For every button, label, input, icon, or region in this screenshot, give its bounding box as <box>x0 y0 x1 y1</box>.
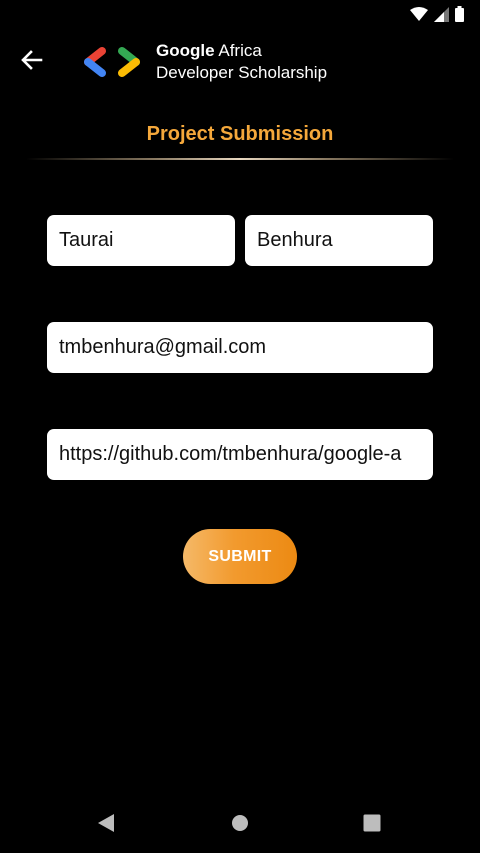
battery-icon <box>455 6 464 27</box>
back-button[interactable] <box>14 44 50 80</box>
nav-recents-button[interactable] <box>354 807 390 843</box>
brand-line-1: Google Africa <box>156 40 327 62</box>
email-field[interactable] <box>47 322 433 373</box>
title-divider <box>26 158 454 160</box>
arrow-left-icon <box>21 49 43 75</box>
brand-line-2: Developer Scholarship <box>156 63 328 82</box>
recents-square-icon <box>363 814 381 837</box>
home-circle-icon <box>231 814 249 837</box>
first-name-field[interactable] <box>47 215 235 266</box>
status-bar <box>0 0 480 28</box>
brand-africa: Africa <box>218 41 262 60</box>
status-icons <box>410 6 464 27</box>
nav-home-button[interactable] <box>222 807 258 843</box>
github-link-field[interactable] <box>47 429 433 480</box>
app-header: Google Africa Developer Scholarship <box>0 36 480 86</box>
last-name-field[interactable] <box>245 215 433 266</box>
nav-back-button[interactable] <box>88 807 124 843</box>
submit-button[interactable]: SUBMIT <box>183 529 297 584</box>
navigation-bar <box>0 797 480 853</box>
page-title: Project Submission <box>146 123 334 145</box>
brand-text: Google Africa Developer Scholarship <box>156 40 327 84</box>
back-triangle-icon <box>97 813 115 838</box>
google-developers-logo-icon <box>82 46 144 78</box>
cellular-signal-icon <box>434 6 449 27</box>
brand-google: Google <box>156 41 215 60</box>
wifi-icon <box>410 6 428 27</box>
